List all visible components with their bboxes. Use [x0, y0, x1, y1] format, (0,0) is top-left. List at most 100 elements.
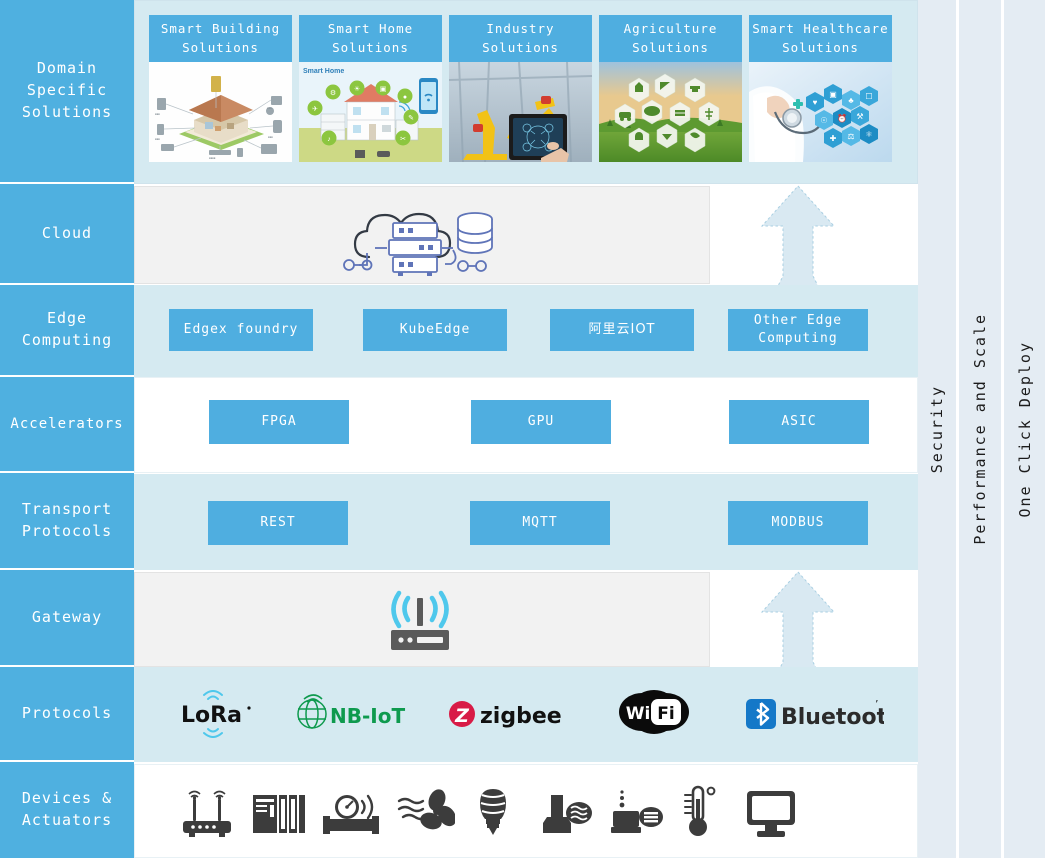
svg-text:✎: ✎	[408, 115, 414, 122]
gateway-panel	[134, 572, 710, 667]
svg-text:♣: ♣	[848, 96, 854, 105]
transport-modbus[interactable]: MODBUS	[728, 501, 868, 545]
layer-label-devices[interactable]: Devices & Actuators	[0, 762, 134, 858]
svg-text:■■■: ■■■	[155, 113, 160, 116]
layer-label-accelerators[interactable]: Accelerators	[0, 377, 134, 473]
svg-text:♪: ♪	[327, 136, 331, 143]
protocol-zigbee[interactable]: Z zigbee	[446, 691, 574, 737]
protocol-nb-iot[interactable]: NB-IoT	[294, 691, 410, 737]
accelerator-gpu[interactable]: GPU	[471, 400, 611, 444]
accelerator-fpga[interactable]: FPGA	[209, 400, 349, 444]
protocol-wifi[interactable]: Wi Fi	[618, 689, 690, 735]
domain-card-title: Agriculture Solutions	[599, 15, 742, 62]
svg-text:♥: ♥	[813, 98, 818, 107]
domain-card-title: Smart Building Solutions	[149, 15, 292, 62]
domain-card-smart-building[interactable]: Smart Building Solutions ■■■ ■■■ ■■■ ■■■…	[149, 15, 292, 162]
flow-meter-icon[interactable]	[323, 787, 381, 843]
layer-label-cloud[interactable]: Cloud	[0, 184, 134, 285]
accelerator-label: GPU	[527, 413, 555, 429]
svg-text:⚙: ⚙	[330, 89, 336, 97]
svg-text:⏰: ⏰	[837, 113, 847, 123]
transport-mqtt[interactable]: MQTT	[470, 501, 610, 545]
svg-text:Bluetooth: Bluetooth	[781, 705, 884, 730]
devices-actuators-panel	[134, 764, 918, 858]
edge-item-label: Edgex foundry	[183, 321, 299, 337]
layer-label-text: Accelerators	[10, 415, 124, 432]
level-sensor-icon[interactable]	[609, 787, 665, 843]
layer-label-domain[interactable]: Domain Specific Solutions	[0, 0, 134, 184]
svg-text:●: ●	[403, 94, 407, 101]
svg-text:✂: ✂	[400, 136, 406, 143]
edge-item-label: 阿里云IOT	[588, 321, 656, 337]
domain-card-smart-home[interactable]: Smart Home Solutions Smart Home ⚙ ☀ ▣ ● …	[299, 15, 442, 162]
layer-label-text: Protocols	[21, 703, 113, 722]
svg-text:Wi: Wi	[626, 704, 651, 724]
transport-label: MQTT	[522, 514, 558, 530]
svg-text:zigbee: zigbee	[480, 704, 562, 729]
edge-computing-panel: Edgex foundry KubeEdge 阿里云IOT Other Edge…	[134, 285, 918, 377]
domain-card-title: Smart Home Solutions	[299, 15, 442, 62]
layer-label-text: Domain Specific Solutions	[21, 59, 113, 121]
monitor-display-icon[interactable]	[745, 787, 797, 843]
cloud-server-database-icon	[335, 195, 515, 281]
air-blower-fan-icon[interactable]	[397, 787, 457, 843]
svg-text:Fi: Fi	[657, 704, 674, 724]
thermometer-icon[interactable]	[683, 785, 717, 843]
iot-architecture-diagram: Domain Specific Solutions Cloud Edge Com…	[0, 0, 1045, 858]
layer-label-protocols[interactable]: Protocols	[0, 667, 134, 762]
svg-text:NB-IoT: NB-IoT	[330, 704, 405, 728]
layer-label-transport[interactable]: Transport Protocols	[0, 473, 134, 570]
edge-item-other-edge-computing[interactable]: Other Edge Computing	[728, 309, 868, 351]
cross-cutting-label: One Click Deploy	[1015, 340, 1034, 518]
wireless-router-device-icon[interactable]	[179, 787, 235, 843]
layer-label-gateway[interactable]: Gateway	[0, 570, 134, 667]
svg-text:■■■: ■■■	[268, 136, 273, 139]
light-bulb-icon[interactable]	[473, 787, 513, 843]
transport-rest[interactable]: REST	[208, 501, 348, 545]
protocols-panel: LoRa NB-IoT Z zigbee Wi Fi Bluetoot ’	[134, 667, 918, 762]
layer-label-text: Edge Computing	[21, 309, 113, 349]
edge-item-kubeedge[interactable]: KubeEdge	[363, 309, 507, 351]
domain-card-smart-healthcare[interactable]: Smart Healthcare Solutions ♥ ▣ ♣ ☐ ☉ ⏰ ⚒…	[749, 15, 892, 162]
wireless-router-icon	[385, 588, 455, 658]
cross-cutting-label: Security	[928, 384, 946, 474]
cross-cutting-one-click-deploy[interactable]: One Click Deploy	[1004, 0, 1045, 858]
transport-label: REST	[260, 514, 296, 530]
layer-label-text: Transport Protocols	[21, 499, 113, 540]
cross-cutting-security[interactable]: Security	[918, 0, 956, 858]
healthcare-hexagon-photo: ♥ ▣ ♣ ☐ ☉ ⏰ ⚒ ✚ ⚖ ⚛	[749, 62, 892, 162]
protocol-bluetooth[interactable]: Bluetooth ’	[744, 691, 884, 737]
accelerator-label: ASIC	[781, 413, 817, 429]
svg-text:☐: ☐	[865, 92, 872, 101]
svg-text:Smart Home: Smart Home	[303, 68, 344, 75]
domain-card-industry[interactable]: Industry Solutions	[449, 15, 592, 162]
domain-solutions-panel: Smart Building Solutions ■■■ ■■■ ■■■ ■■■…	[134, 0, 918, 184]
accelerators-panel: FPGA GPU ASIC	[134, 377, 918, 473]
svg-text:LoRa: LoRa	[181, 703, 242, 728]
protocol-lora[interactable]: LoRa	[178, 690, 264, 738]
industrial-robot-photo	[449, 62, 592, 162]
transport-label: MODBUS	[771, 514, 825, 530]
layer-label-edge[interactable]: Edge Computing	[0, 285, 134, 377]
transport-protocols-panel: REST MQTT MODBUS	[134, 474, 918, 570]
edge-item-label: KubeEdge	[399, 321, 471, 337]
svg-text:’: ’	[875, 698, 879, 711]
svg-text:Z: Z	[454, 705, 470, 727]
domain-card-agriculture[interactable]: Agriculture Solutions	[599, 15, 742, 162]
edge-item-aliyun-iot[interactable]: 阿里云IOT	[550, 309, 694, 351]
svg-text:⚒: ⚒	[856, 112, 863, 121]
domain-card-title: Industry Solutions	[449, 15, 592, 62]
accelerator-asic[interactable]: ASIC	[729, 400, 869, 444]
svg-text:■■■: ■■■	[155, 138, 160, 141]
cloud-panel	[134, 186, 710, 284]
cross-cutting-performance-and-scale[interactable]: Performance and Scale	[959, 0, 1001, 858]
svg-text:☉: ☉	[820, 116, 827, 125]
svg-text:■■■: ■■■	[267, 107, 272, 110]
edge-item-edgex-foundry[interactable]: Edgex foundry	[169, 309, 313, 351]
smart-building-illustration: ■■■ ■■■ ■■■ ■■■ ■■■■	[149, 62, 292, 162]
cross-cutting-label: Performance and Scale	[971, 313, 989, 545]
plc-controller-icon[interactable]	[251, 787, 307, 843]
pressure-sensor-icon[interactable]	[541, 787, 595, 843]
svg-text:▣: ▣	[829, 90, 837, 99]
svg-text:⚛: ⚛	[865, 130, 872, 139]
